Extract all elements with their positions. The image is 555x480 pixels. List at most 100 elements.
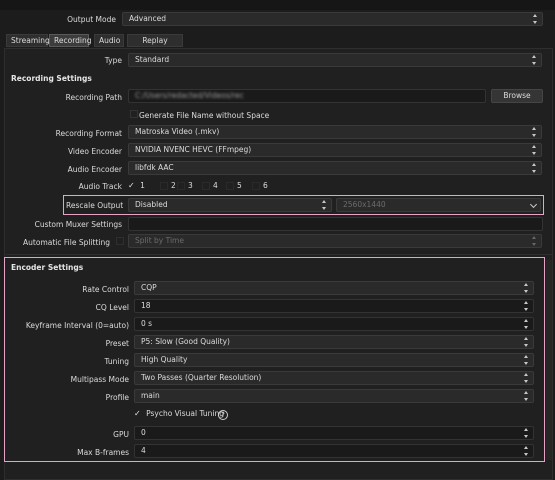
- spin-arrows-icon[interactable]: [523, 319, 530, 329]
- psycho-visual-checkbox[interactable]: ✓ Psycho Visual Tuning: [134, 409, 224, 418]
- max-bframes-label: Max B-frames: [77, 448, 129, 457]
- video-encoder-label: Video Encoder: [67, 147, 122, 156]
- recording-path-input[interactable]: C:/Users/redacted/Videos/rec: [128, 89, 486, 103]
- updown-arrows-icon: [523, 355, 530, 365]
- type-label: Type: [104, 56, 122, 65]
- recording-settings-title: Recording Settings: [11, 74, 92, 83]
- rescale-resolution-value: 2560x1440: [343, 200, 386, 209]
- recording-format-value: Matroska Video (.mkv): [135, 127, 220, 136]
- audio-track-5-label: 5: [237, 181, 242, 190]
- vertical-scrollbar[interactable]: [546, 260, 552, 460]
- keyframe-interval-value: 0 s: [141, 319, 153, 328]
- rescale-output-select[interactable]: Disabled: [128, 198, 332, 212]
- spin-arrows-icon[interactable]: [523, 301, 530, 311]
- audio-track-3-label: 3: [188, 181, 193, 190]
- gpu-label: GPU: [113, 430, 129, 439]
- audio-track-1-label: 1: [140, 181, 145, 190]
- split-mode-value: Split by Time: [135, 236, 184, 245]
- updown-arrows-icon: [531, 127, 538, 137]
- rescale-resolution-select[interactable]: 2560x1440: [336, 198, 541, 212]
- cq-level-spinbox[interactable]: 18: [134, 299, 534, 313]
- checkbox-icon: [160, 182, 168, 190]
- max-bframes-value: 4: [141, 446, 146, 455]
- rescale-output-label: Rescale Output: [66, 201, 124, 210]
- tuning-label: Tuning: [104, 357, 129, 366]
- updown-arrows-icon: [523, 283, 530, 293]
- updown-arrows-icon: [531, 55, 538, 65]
- chevron-down-icon: [529, 200, 538, 209]
- audio-track-2-checkbox[interactable]: 2: [160, 181, 176, 190]
- type-select[interactable]: Standard: [128, 53, 542, 67]
- video-encoder-select[interactable]: NVIDIA NVENC HEVC (FFmpeg): [128, 143, 542, 157]
- spin-arrows-icon[interactable]: [523, 428, 530, 438]
- help-icon[interactable]: ?: [218, 410, 228, 420]
- checkbox-icon: [130, 110, 138, 118]
- updown-arrows-icon: [531, 145, 538, 155]
- audio-encoder-label: Audio Encoder: [67, 165, 122, 174]
- updown-arrows-icon: [532, 14, 539, 24]
- audio-track-4-checkbox[interactable]: 4: [202, 181, 218, 190]
- tab-replay-buffer[interactable]: Replay Buffer: [127, 34, 183, 57]
- audio-track-6-label: 6: [263, 181, 268, 190]
- gpu-spinbox[interactable]: 0: [134, 426, 534, 440]
- max-bframes-spinbox[interactable]: 4: [134, 444, 534, 458]
- checkbox-icon: [226, 182, 234, 190]
- rate-control-value: CQP: [141, 283, 157, 292]
- browse-button[interactable]: Browse: [491, 89, 543, 103]
- window-top-strip: [0, 0, 555, 10]
- checkbox-icon: [252, 182, 260, 190]
- audio-track-label: Audio Track: [78, 182, 122, 191]
- updown-arrows-icon: [523, 337, 530, 347]
- rate-control-select[interactable]: CQP: [134, 281, 534, 295]
- auto-splitting-checkbox[interactable]: [116, 237, 124, 245]
- output-mode-select[interactable]: Advanced: [122, 12, 543, 26]
- psycho-visual-label: Psycho Visual Tuning: [146, 409, 225, 418]
- rate-control-label: Rate Control: [82, 285, 129, 294]
- audio-track-4-label: 4: [213, 181, 218, 190]
- encoder-settings-title: Encoder Settings: [11, 263, 84, 272]
- updown-arrows-icon: [531, 163, 538, 173]
- type-value: Standard: [135, 55, 170, 64]
- multipass-label: Multipass Mode: [70, 375, 129, 384]
- checkbox-icon: [177, 182, 185, 190]
- section-divider: [6, 254, 552, 255]
- updown-arrows-icon: [523, 373, 530, 383]
- tab-audio[interactable]: Audio: [94, 34, 124, 47]
- split-mode-select[interactable]: Split by Time: [128, 234, 542, 248]
- rescale-output-value: Disabled: [135, 200, 168, 209]
- video-encoder-value: NVIDIA NVENC HEVC (FFmpeg): [135, 145, 252, 154]
- generate-name-label: Generate File Name without Space: [139, 111, 270, 120]
- checkbox-icon: [202, 182, 210, 190]
- spin-arrows-icon[interactable]: [523, 446, 530, 456]
- profile-value: main: [141, 391, 160, 400]
- audio-track-1-checkbox[interactable]: ✓ 1: [128, 181, 145, 190]
- audio-encoder-select[interactable]: libfdk AAC: [128, 161, 542, 175]
- profile-label: Profile: [105, 393, 129, 402]
- profile-select[interactable]: main: [134, 389, 534, 403]
- cq-level-label: CQ Level: [95, 303, 129, 312]
- multipass-select[interactable]: Two Passes (Quarter Resolution): [134, 371, 534, 385]
- updown-arrows-icon: [523, 391, 530, 401]
- tab-streaming[interactable]: Streaming: [6, 34, 50, 47]
- tuning-select[interactable]: High Quality: [134, 353, 534, 367]
- output-mode-value: Advanced: [129, 14, 167, 23]
- gpu-value: 0: [141, 428, 146, 437]
- output-mode-label: Output Mode: [67, 15, 116, 24]
- tuning-value: High Quality: [141, 355, 188, 364]
- auto-splitting-label: Automatic File Splitting: [23, 238, 110, 247]
- recording-format-select[interactable]: Matroska Video (.mkv): [128, 125, 542, 139]
- audio-track-6-checkbox[interactable]: 6: [252, 181, 268, 190]
- audio-track-5-checkbox[interactable]: 5: [226, 181, 242, 190]
- checkmark-icon: ✓: [128, 181, 135, 190]
- keyframe-interval-spinbox[interactable]: 0 s: [134, 317, 534, 331]
- updown-arrows-icon: [531, 236, 538, 246]
- tab-recording[interactable]: Recording: [49, 34, 92, 47]
- recording-path-value: C:/Users/redacted/Videos/rec: [135, 91, 244, 100]
- audio-track-2-label: 2: [171, 181, 176, 190]
- audio-track-3-checkbox[interactable]: 3: [177, 181, 193, 190]
- custom-muxer-input[interactable]: [128, 217, 543, 231]
- preset-label: Preset: [105, 339, 129, 348]
- preset-value: P5: Slow (Good Quality): [141, 337, 230, 346]
- audio-encoder-value: libfdk AAC: [135, 163, 174, 172]
- preset-select[interactable]: P5: Slow (Good Quality): [134, 335, 534, 349]
